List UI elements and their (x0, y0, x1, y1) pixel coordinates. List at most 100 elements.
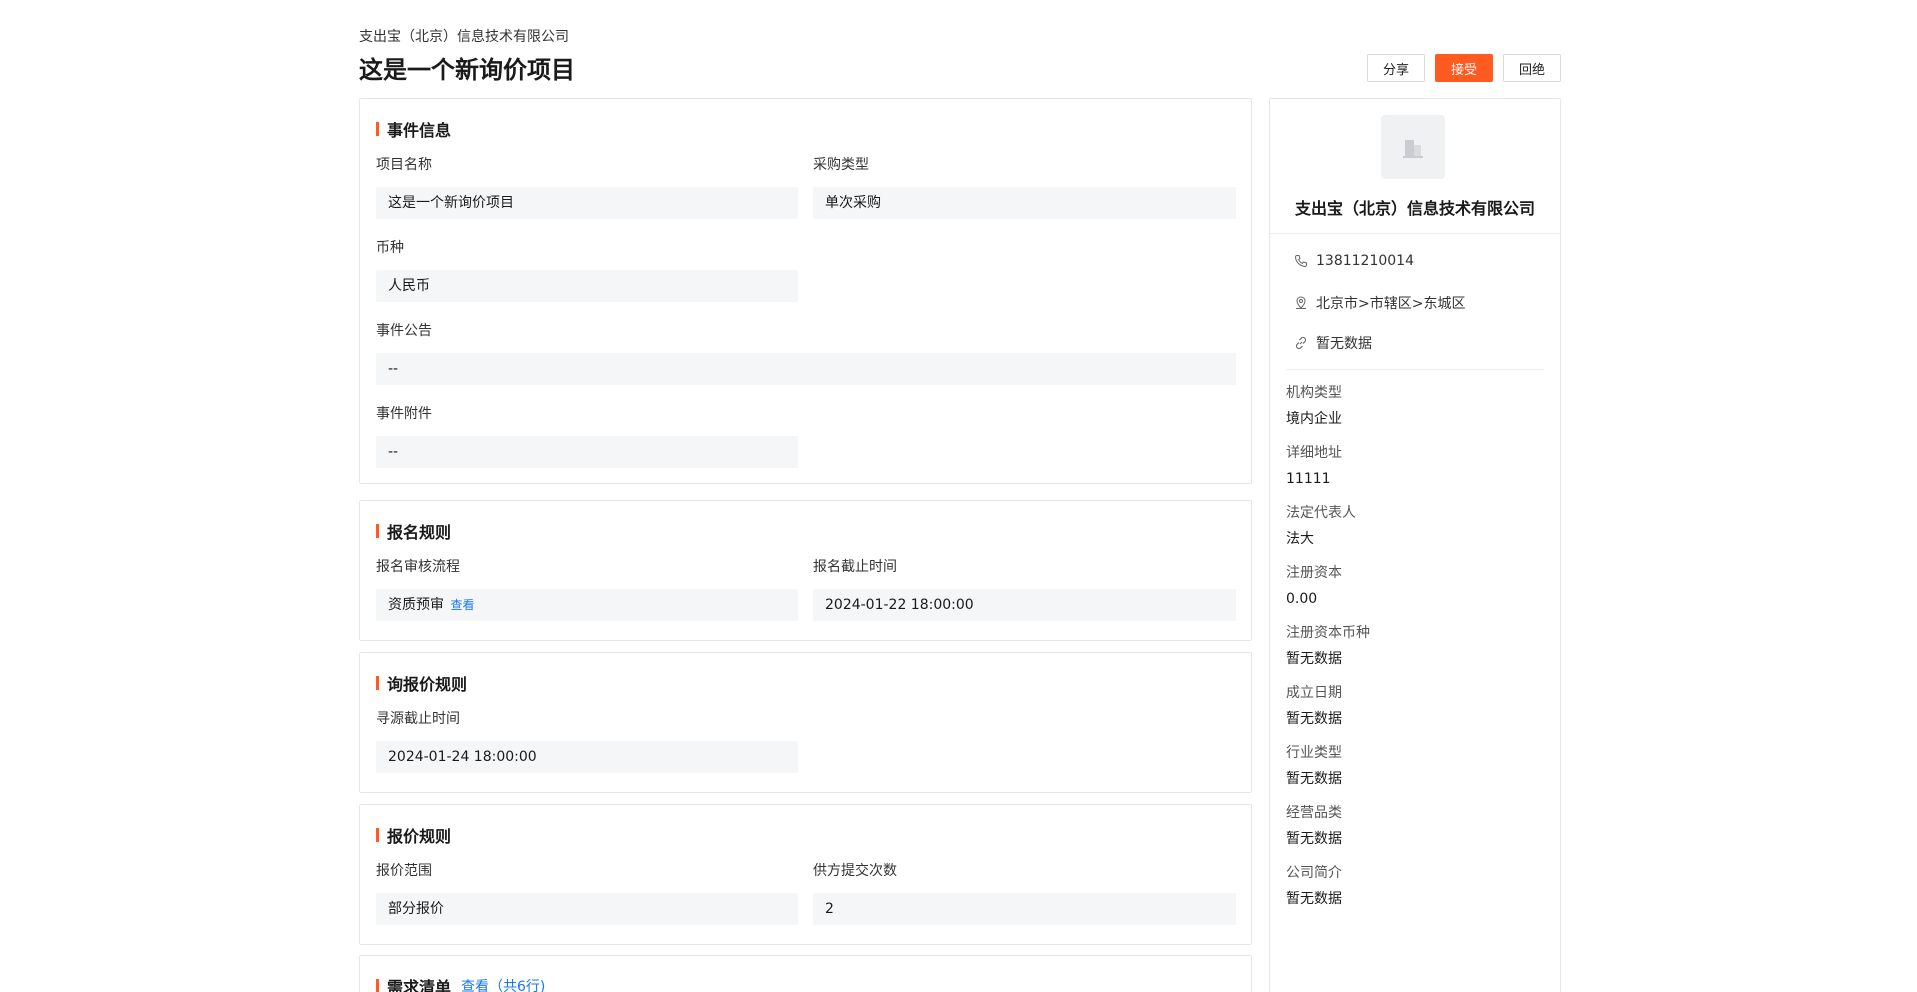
section-title-text: 询报价规则 (387, 675, 468, 694)
field-label: 供方提交次数 (813, 863, 897, 879)
accent-bar (376, 676, 379, 690)
divider (1286, 369, 1544, 370)
field-label: 项目名称 (376, 157, 432, 173)
info-capital-currency: 注册资本币种 暂无数据 (1286, 623, 1370, 669)
registration-rules-card: 报名规则 报名审核流程 资质预审 查看 报名截止时间 2024-01-22 18… (359, 500, 1252, 641)
info-label: 公司简介 (1286, 865, 1342, 881)
accept-button[interactable]: 接受 (1434, 54, 1493, 82)
location-text: 北京市>市辖区>东城区 (1316, 296, 1466, 312)
info-label: 注册资本币种 (1286, 625, 1370, 641)
info-value: 11111 (1286, 471, 1331, 487)
share-button[interactable]: 分享 (1366, 54, 1425, 82)
section-title: 报名规则 (376, 519, 451, 543)
accent-bar (376, 828, 379, 842)
page-title: 这是一个新询价项目 (359, 56, 575, 84)
company-name: 支出宝（北京）信息技术有限公司 (1294, 199, 1535, 218)
info-address: 详细地址 11111 (1286, 443, 1342, 489)
quote-rules-card: 报价规则 报价范围 部分报价 供方提交次数 2 (359, 804, 1252, 945)
registration-deadline-field: 报名截止时间 2024-01-22 18:00:00 (813, 557, 1236, 621)
field-label: 报价范围 (376, 863, 432, 879)
info-value: 境内企业 (1286, 411, 1342, 427)
accent-bar (376, 122, 379, 136)
field-value: 部分报价 (376, 893, 798, 925)
info-label: 行业类型 (1286, 745, 1342, 761)
info-label: 注册资本 (1286, 565, 1342, 581)
page-header: 支出宝（北京）信息技术有限公司 这是一个新询价项目 分享 接受 回绝 (359, 0, 1561, 98)
info-value: 暂无数据 (1286, 651, 1342, 667)
company-name-subtitle: 支出宝（北京）信息技术有限公司 (359, 29, 569, 45)
info-value: 暂无数据 (1286, 891, 1342, 907)
info-value: 暂无数据 (1286, 831, 1342, 847)
reject-button[interactable]: 回绝 (1502, 54, 1561, 82)
company-logo (1381, 115, 1445, 179)
info-business-category: 经营品类 暂无数据 (1286, 803, 1342, 849)
field-value: 单次采购 (813, 187, 1236, 219)
project-name-field: 项目名称 这是一个新询价项目 (376, 155, 798, 219)
info-label: 机构类型 (1286, 385, 1342, 401)
info-org-type: 机构类型 境内企业 (1286, 383, 1342, 429)
announcement-field: 事件公告 -- (376, 321, 1236, 385)
currency-field: 币种 人民币 (376, 238, 798, 302)
field-label: 报名截止时间 (813, 559, 897, 575)
divider (1270, 233, 1560, 234)
section-title: 报价规则 (376, 823, 451, 847)
building-icon (1403, 140, 1423, 158)
location-icon (1296, 296, 1306, 309)
phone-text: 13811210014 (1316, 253, 1414, 269)
field-label: 报名审核流程 (376, 559, 460, 575)
inquiry-rules-card: 询报价规则 寻源截止时间 2024-01-24 18:00:00 (359, 652, 1252, 793)
review-value: 资质预审 (388, 597, 444, 613)
view-demand-link[interactable]: 查看（共6行) (461, 976, 545, 992)
info-company-intro: 公司简介 暂无数据 (1286, 863, 1342, 909)
website-row: 暂无数据 (1294, 333, 1372, 353)
location-row: 北京市>市辖区>东城区 (1294, 293, 1465, 313)
field-value: 2024-01-24 18:00:00 (376, 741, 798, 773)
info-label: 详细地址 (1286, 445, 1342, 461)
phone-row: 13811210014 (1294, 253, 1414, 269)
link-icon (1295, 336, 1307, 350)
info-founded-date: 成立日期 暂无数据 (1286, 683, 1342, 729)
info-legal-rep: 法定代表人 法大 (1286, 503, 1356, 549)
field-value: 这是一个新询价项目 (376, 187, 798, 219)
event-info-card: 事件信息 项目名称 这是一个新询价项目 采购类型 单次采购 币种 人民币 事件公… (359, 98, 1252, 484)
field-value: 人民币 (376, 270, 798, 302)
field-value: 2024-01-22 18:00:00 (813, 589, 1236, 621)
demand-list-card: 需求清单 查看（共6行) (359, 955, 1252, 992)
company-card: 支出宝（北京）信息技术有限公司 13811210014 北京市>市辖区>东城区 … (1269, 98, 1561, 992)
review-process-field: 报名审核流程 资质预审 查看 (376, 557, 798, 621)
action-buttons: 分享 接受 回绝 (1366, 54, 1561, 82)
info-value: 法大 (1286, 531, 1314, 547)
info-industry: 行业类型 暂无数据 (1286, 743, 1342, 789)
field-value: -- (376, 353, 1236, 385)
purchase-type-field: 采购类型 单次采购 (813, 155, 1236, 219)
accent-bar (376, 979, 379, 992)
section-title-text: 需求清单 (387, 978, 452, 992)
info-registered-capital: 注册资本 0.00 (1286, 563, 1342, 609)
field-value: 2 (813, 893, 1236, 925)
section-title-text: 报名规则 (387, 523, 452, 542)
info-value: 暂无数据 (1286, 711, 1342, 727)
info-label: 成立日期 (1286, 685, 1342, 701)
quote-range-field: 报价范围 部分报价 (376, 861, 798, 925)
section-title: 需求清单 查看（共6行) (376, 974, 545, 992)
field-value: -- (376, 436, 798, 468)
field-label: 币种 (376, 240, 404, 256)
info-label: 法定代表人 (1286, 505, 1356, 521)
info-label: 经营品类 (1286, 805, 1342, 821)
section-title-text: 事件信息 (387, 121, 452, 140)
field-label: 采购类型 (813, 157, 869, 173)
section-title-text: 报价规则 (387, 827, 452, 846)
sourcing-deadline-field: 寻源截止时间 2024-01-24 18:00:00 (376, 709, 798, 773)
field-label: 寻源截止时间 (376, 711, 460, 727)
attachment-field: 事件附件 -- (376, 404, 798, 468)
submit-count-field: 供方提交次数 2 (813, 861, 1236, 925)
phone-icon (1294, 255, 1307, 268)
section-title: 事件信息 (376, 117, 451, 141)
section-title: 询报价规则 (376, 671, 467, 695)
field-value: 资质预审 查看 (376, 589, 798, 621)
accent-bar (376, 524, 379, 538)
info-value: 0.00 (1286, 591, 1318, 607)
website-text: 暂无数据 (1316, 336, 1372, 352)
view-review-link[interactable]: 查看 (450, 598, 474, 612)
field-label: 事件公告 (376, 323, 432, 339)
